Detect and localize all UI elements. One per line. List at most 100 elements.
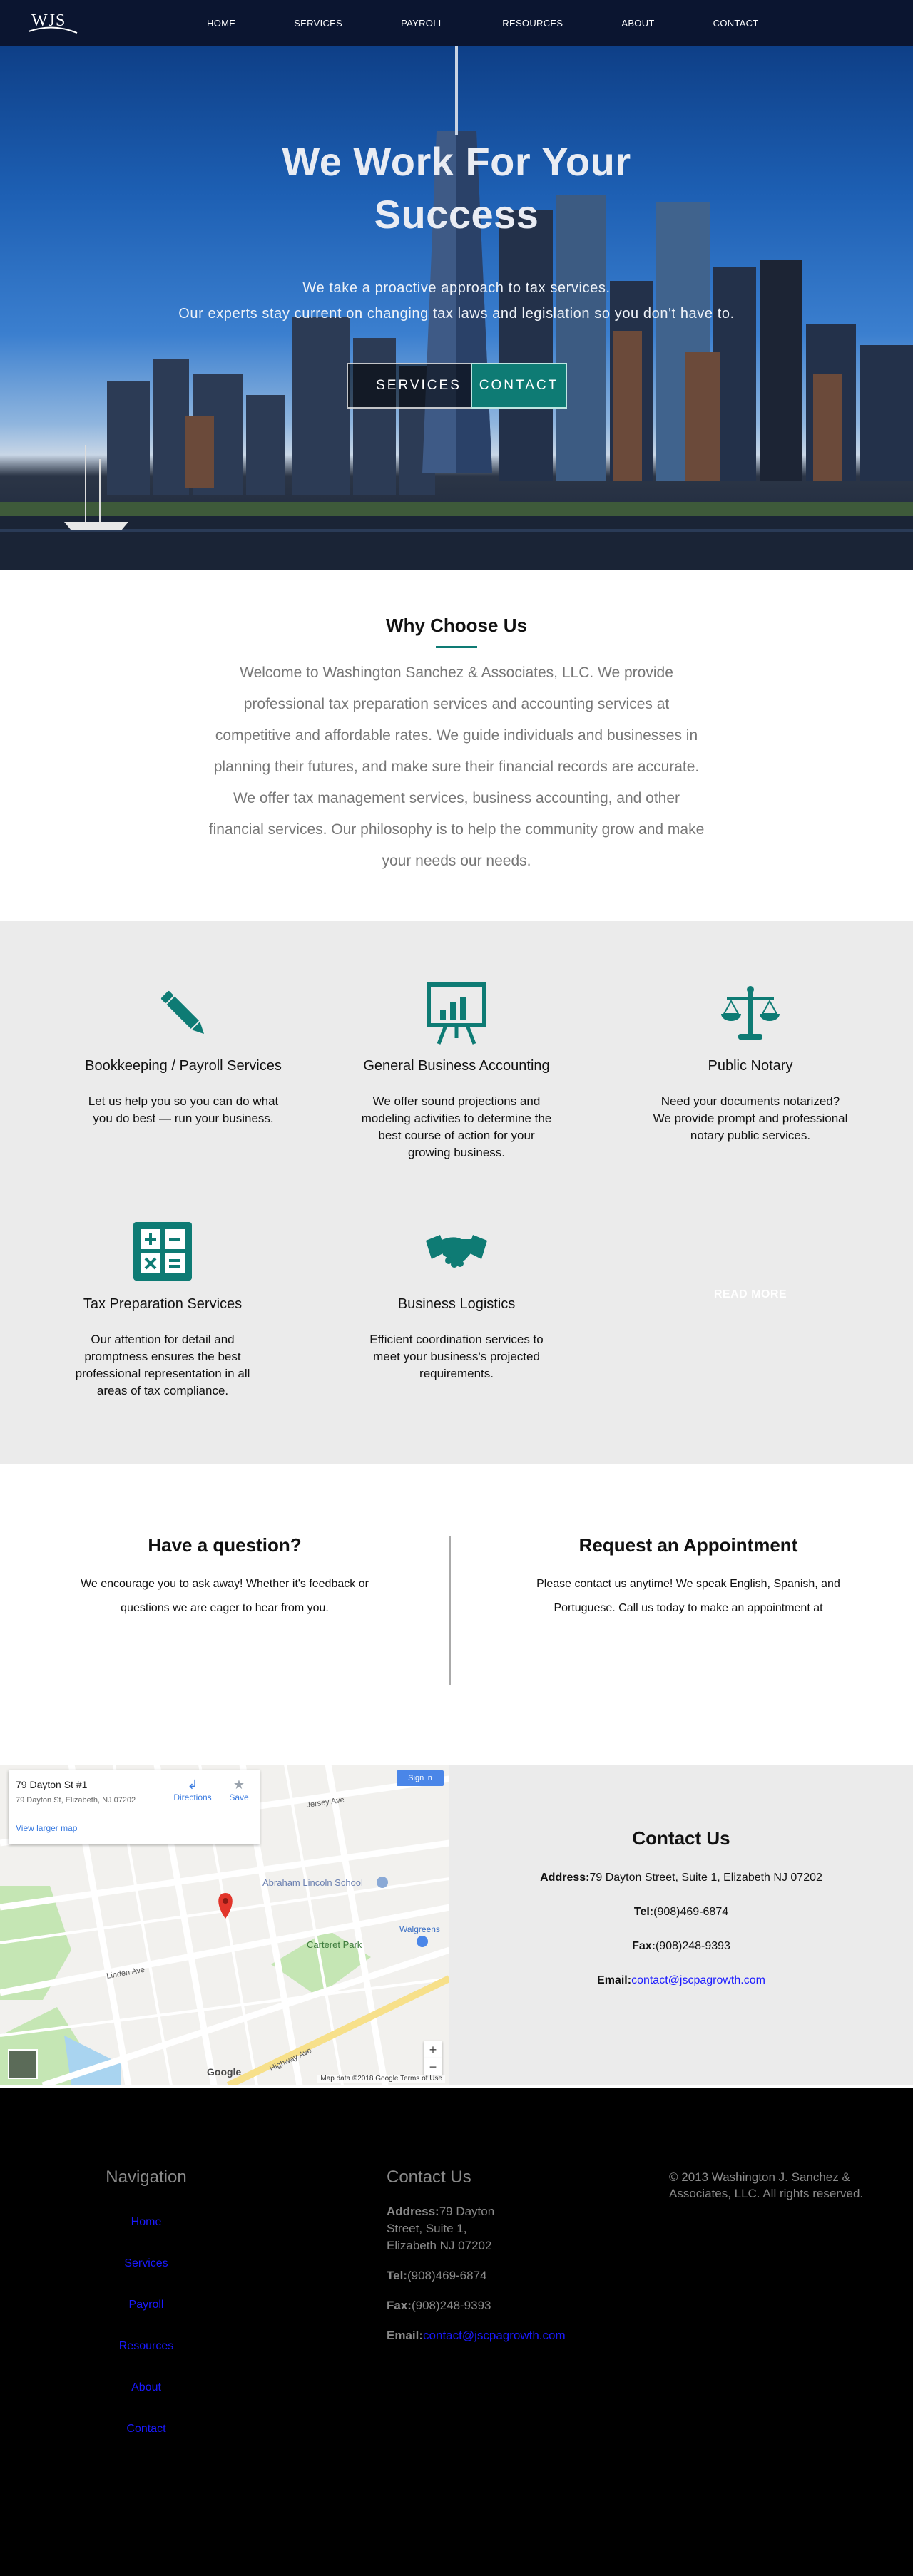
service-logistics: Business Logistics Efficient coordinatio…	[335, 1219, 578, 1382]
map-sign-in-button[interactable]: Sign in	[397, 1770, 444, 1786]
question-column: Have a question? We encourage you to ask…	[46, 1534, 403, 1621]
fax-label: Fax:	[632, 1940, 656, 1952]
why-choose-us-body: Welcome to Washington Sanchez & Associat…	[208, 664, 705, 869]
contact-title: Contact Us	[632, 1827, 730, 1849]
presentation-chart-icon	[427, 982, 486, 1045]
logo-swoosh-icon	[28, 26, 78, 34]
footer-email-link[interactable]: contact@jscpagrowth.com	[423, 2329, 566, 2342]
fax-value: (908)248-9393	[655, 1940, 730, 1952]
question-description: We encourage you to ask away! Whether it…	[81, 1578, 369, 1614]
service-notary: Public Notary Need your documents notari…	[629, 981, 872, 1144]
map-label-store: Walgreens	[399, 1924, 440, 1934]
tel-value: (908)469-6874	[653, 1906, 729, 1918]
contact-tel: Tel:(908)469-6874	[449, 1906, 913, 1919]
zoom-out-button[interactable]: −	[424, 2058, 442, 2075]
service-bookkeeping: Bookkeeping / Payroll Services Let us he…	[62, 981, 305, 1127]
footer-fax: Fax:(908)248-9393	[387, 2297, 615, 2314]
hero-subtitle: We take a proactive approach to tax serv…	[100, 275, 813, 327]
service-description: Need your documents notarized? We provid…	[653, 1094, 848, 1142]
footer-address-part2: Street, Suite 1,	[387, 2222, 467, 2235]
site-footer: Navigation Home Services Payroll Resourc…	[0, 2088, 913, 2576]
map-place-card: 79 Dayton St #1 79 Dayton St, Elizabeth,…	[9, 1770, 260, 1844]
email-link[interactable]: contact@jscpagrowth.com	[631, 1974, 765, 1986]
hero-title: We Work For Your Success	[207, 135, 706, 241]
save-label: Save	[229, 1792, 249, 1802]
hero-section: We Work For Your Success We take a proac…	[0, 46, 913, 570]
contact-email: Email:contact@jscpagrowth.com	[449, 1974, 913, 1987]
services-section: Bookkeeping / Payroll Services Let us he…	[0, 921, 913, 1464]
nav-contact[interactable]: CONTACT	[713, 18, 759, 29]
service-description: Efficient coordination services to meet …	[369, 1333, 544, 1380]
footer-address: Address:79 Dayton Street, Suite 1, Eliza…	[387, 2203, 615, 2254]
footer-link-payroll[interactable]: Payroll	[75, 2299, 218, 2311]
footer-link-contact[interactable]: Contact	[75, 2423, 218, 2436]
footer-tel-label: Tel:	[387, 2269, 407, 2282]
tel-label: Tel:	[633, 1906, 654, 1918]
google-map[interactable]: Abraham Lincoln School Carteret Park Wal…	[0, 1765, 449, 2085]
contact-panel: Contact Us Address:79 Dayton Street, Sui…	[449, 1765, 913, 2085]
address-label: Address:	[540, 1872, 590, 1884]
service-tax-prep: Tax Preparation Services Our attention f…	[41, 1219, 284, 1400]
footer-email-label: Email:	[387, 2329, 424, 2342]
service-title: Public Notary	[708, 1058, 793, 1074]
service-description: We offer sound projections and modeling …	[361, 1094, 552, 1159]
footer-email: Email:contact@jscpagrowth.com	[387, 2327, 615, 2344]
view-larger-map-link[interactable]: View larger map	[16, 1823, 77, 1833]
save-button[interactable]: ★ Save	[223, 1777, 255, 1802]
service-title: Bookkeeping / Payroll Services	[85, 1058, 282, 1074]
pencil-icon	[161, 991, 204, 1034]
star-icon: ★	[233, 1777, 245, 1792]
footer-navigation: Navigation Home Services Payroll Resourc…	[75, 2167, 218, 2436]
service-title: Business Logistics	[397, 1296, 516, 1312]
footer-link-about[interactable]: About	[75, 2381, 218, 2394]
hero-services-button[interactable]: SERVICES	[347, 363, 491, 409]
map-place-address: 79 Dayton St, Elizabeth, NJ 07202	[16, 1796, 136, 1805]
footer-contact-title: Contact Us	[387, 2167, 471, 2187]
email-label: Email:	[597, 1974, 632, 1986]
service-title: Tax Preparation Services	[83, 1296, 243, 1312]
footer-tel-value: (908)469-6874	[407, 2269, 487, 2282]
hero-title-line2: Success	[374, 192, 539, 237]
google-logo: Google	[207, 2066, 241, 2078]
appointment-title: Request an Appointment	[578, 1534, 798, 1556]
map-attribution: Map data ©2018 Google Terms of Use	[317, 2075, 445, 2083]
footer-link-services[interactable]: Services	[75, 2257, 218, 2270]
footer-link-home[interactable]: Home	[75, 2216, 218, 2229]
directions-icon: ↲	[187, 1777, 198, 1792]
address-value: 79 Dayton Street, Suite 1, Elizabeth NJ …	[589, 1872, 822, 1884]
top-navigation: WJS HOME SERVICES PAYROLL RESOURCES ABOU…	[0, 0, 913, 46]
title-underline	[436, 646, 477, 648]
satellite-thumbnail[interactable]	[8, 2049, 38, 2079]
hero-title-line1: We Work For Your	[282, 139, 631, 184]
nav-services[interactable]: SERVICES	[294, 18, 342, 29]
hero-subtitle-line2: Our experts stay current on changing tax…	[178, 306, 735, 322]
read-more-link[interactable]: READ MORE	[643, 1288, 857, 1301]
logo[interactable]: WJS	[27, 10, 78, 36]
scales-icon	[721, 986, 780, 1040]
hero-contact-button[interactable]: CONTACT	[471, 363, 567, 409]
map-place-title: 79 Dayton St #1	[16, 1779, 88, 1790]
footer-fax-label: Fax:	[387, 2299, 412, 2312]
service-description: Let us help you so you can do what you d…	[88, 1094, 279, 1125]
footer-tel: Tel:(908)469-6874	[387, 2267, 615, 2284]
contact-address: Address:79 Dayton Street, Suite 1, Eliza…	[449, 1872, 913, 1884]
zoom-in-button[interactable]: +	[424, 2041, 442, 2058]
map-label-park: Carteret Park	[307, 1939, 362, 1950]
handshake-icon	[426, 1235, 487, 1268]
question-title: Have a question?	[148, 1534, 302, 1556]
nav-payroll[interactable]: PAYROLL	[401, 18, 444, 29]
nav-home[interactable]: HOME	[207, 18, 235, 29]
footer-nav-title: Navigation	[106, 2167, 187, 2187]
footer-address-part3: Elizabeth NJ 07202	[387, 2239, 492, 2252]
footer-link-resources[interactable]: Resources	[75, 2340, 218, 2353]
footer-contact: Contact Us Address:79 Dayton Street, Sui…	[387, 2167, 615, 2344]
nav-resources[interactable]: RESOURCES	[502, 18, 563, 29]
column-divider	[449, 1536, 451, 1685]
footer-copyright: © 2013 Washington J. Sanchez & Associate…	[669, 2170, 864, 2200]
why-choose-us-title: Why Choose Us	[386, 615, 527, 636]
footer-address-label: Address:	[387, 2205, 439, 2218]
directions-label: Directions	[173, 1792, 212, 1802]
nav-about[interactable]: ABOUT	[621, 18, 654, 29]
contact-fax: Fax:(908)248-9393	[449, 1940, 913, 1953]
directions-button[interactable]: ↲ Directions	[171, 1777, 214, 1802]
